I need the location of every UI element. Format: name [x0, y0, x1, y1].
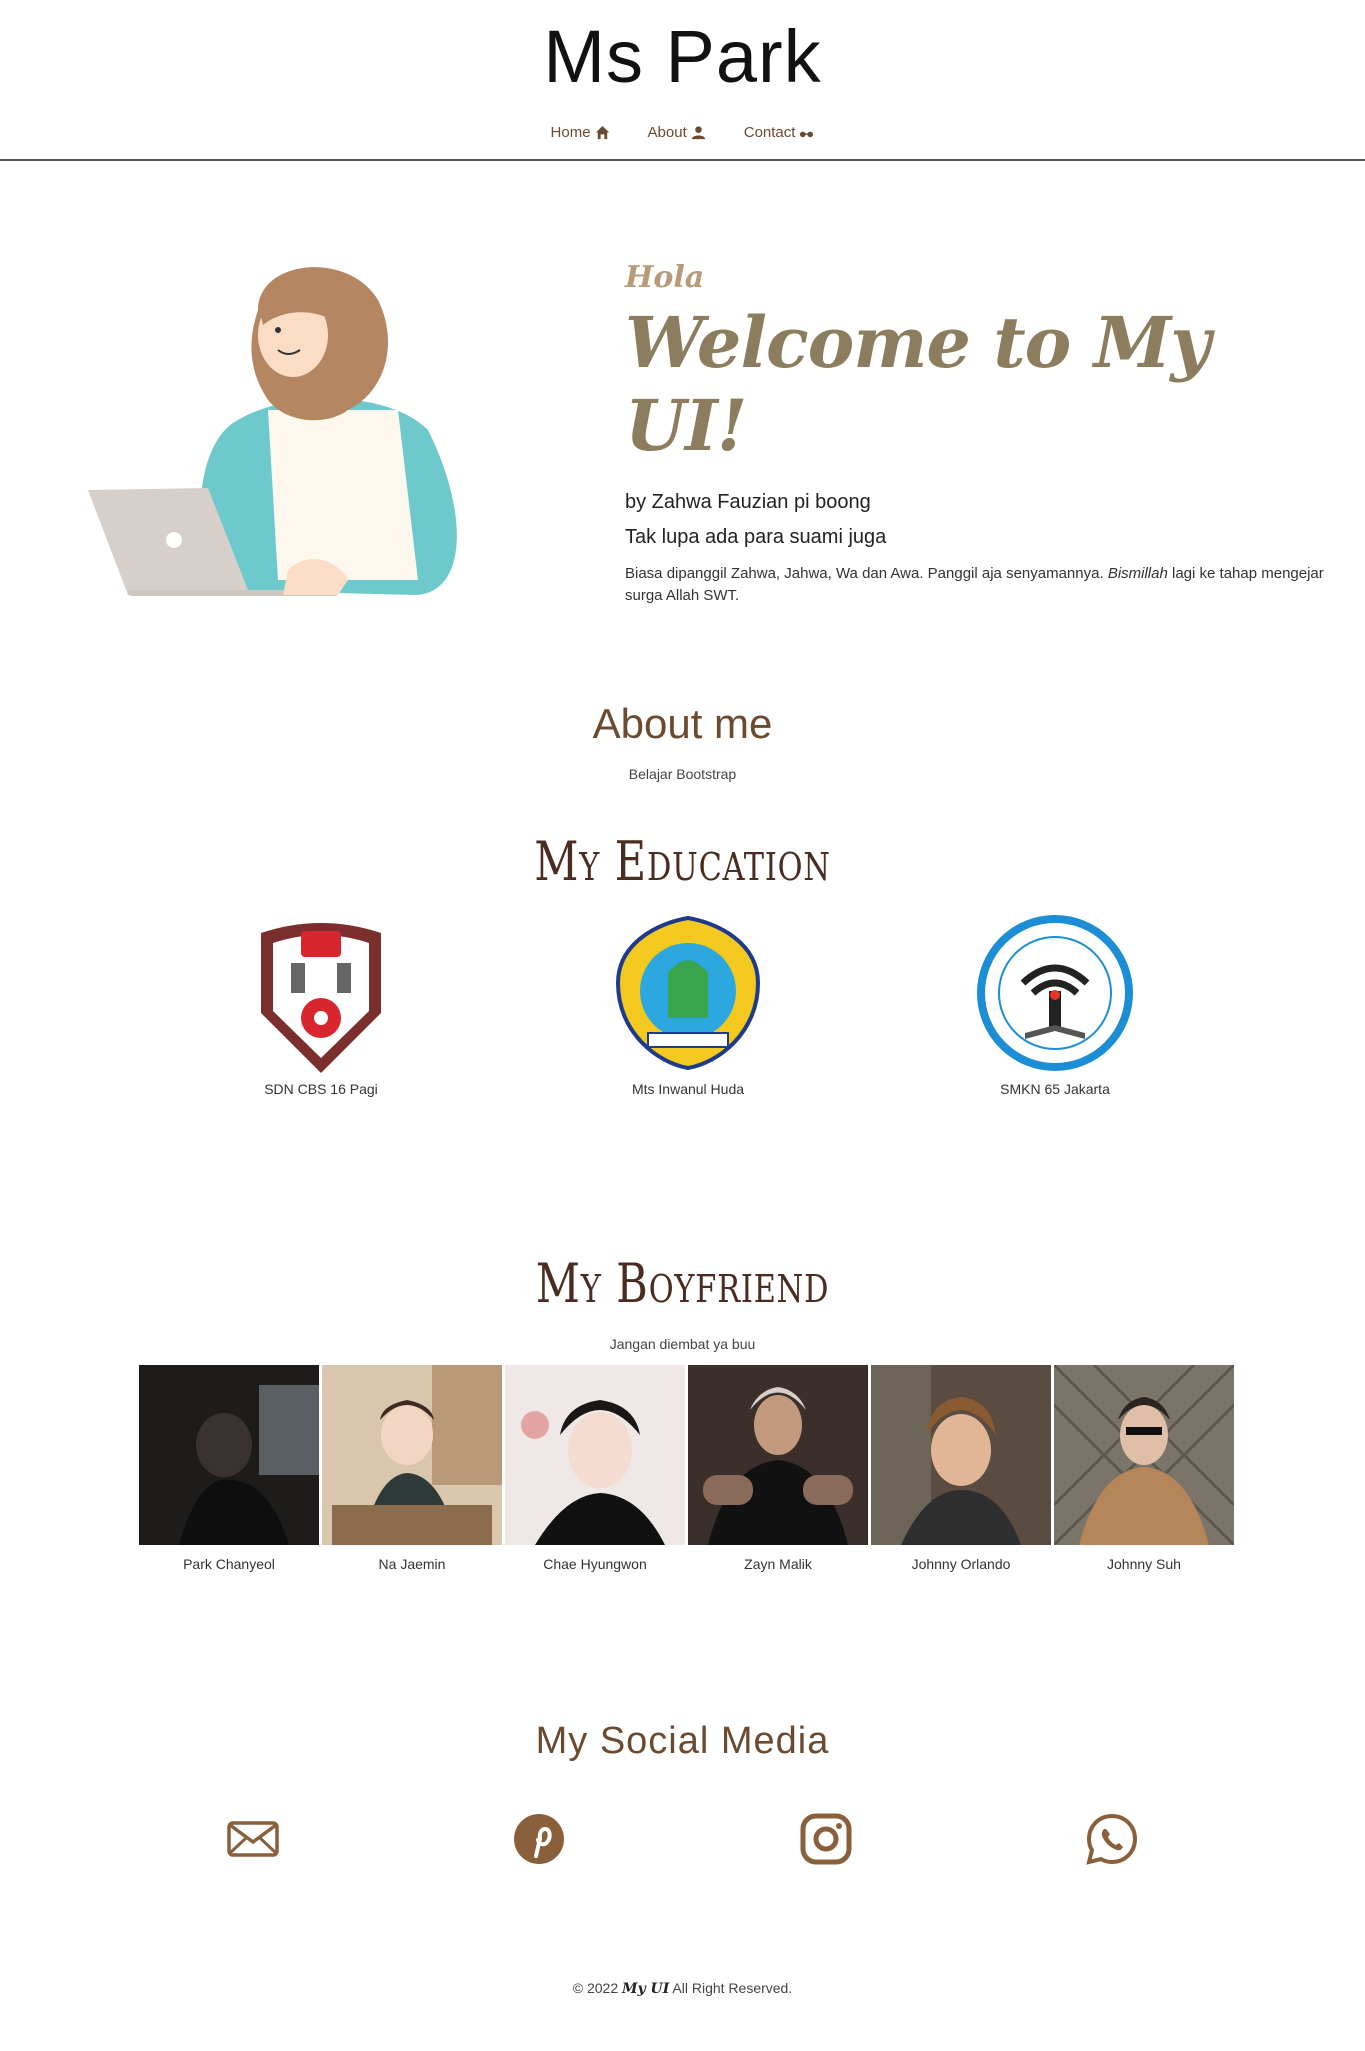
about-subtitle: Belajar Bootstrap [628, 766, 737, 782]
photo [871, 1365, 1051, 1545]
education-item: SMKN 65 Jakarta [945, 913, 1165, 1097]
home-icon [595, 125, 609, 140]
education-name: Mts Inwanul Huda [631, 1081, 745, 1097]
gallery-item: Zayn Malik [688, 1365, 868, 1572]
gallery-name: Zayn Malik [744, 1556, 812, 1572]
education-title: My Education [534, 830, 831, 893]
desc-emphasis: Bismillah [1107, 565, 1168, 582]
social-title: My Social Media [535, 1720, 830, 1762]
smk-logo [977, 915, 1133, 1071]
education-name: SDN CBS 16 Pagi [264, 1081, 378, 1097]
nav-about[interactable]: About [648, 124, 706, 141]
main-nav: Home About Contact [0, 124, 1365, 141]
desc-part: Biasa dipanggil Zahwa, Jahwa, Wa dan Awa… [625, 565, 1108, 582]
gallery-item: Johnny Orlando [871, 1365, 1051, 1572]
nav-about-label: About [647, 124, 687, 141]
nav-home[interactable]: Home [551, 124, 610, 141]
site-header: Ms Park Home About Contact [0, 0, 1365, 161]
photo [688, 1365, 868, 1545]
gallery-name: Na Jaemin [378, 1556, 446, 1572]
boyfriend-title: My Boyfriend [535, 1252, 830, 1315]
photo [322, 1365, 502, 1545]
boyfriend-subtitle: Jangan diembat ya buu [609, 1336, 756, 1352]
mail-icon[interactable] [226, 1812, 280, 1866]
hero-title: Welcome to My UI! [625, 301, 1211, 467]
photo [139, 1365, 319, 1545]
social-links [0, 1812, 1365, 1866]
footer: © 2022 My UI All Right Reserved. [0, 1980, 1365, 1997]
nav-contact[interactable]: Contact [744, 124, 815, 141]
education-item: SDN CBS 16 Pagi [211, 913, 431, 1097]
about-title: About me [592, 700, 773, 747]
nav-home-label: Home [550, 124, 591, 141]
mts-logo [615, 915, 761, 1071]
gallery-item: Park Chanyeol [139, 1365, 319, 1572]
nav-contact-label: Contact [743, 124, 796, 141]
education-item: Mts Inwanul Huda [578, 913, 798, 1097]
footer-suffix: All Right Reserved. [672, 1980, 793, 1996]
glasses-icon [800, 131, 814, 138]
gallery-name: Johnny Suh [1107, 1556, 1181, 1572]
hero-illustration [88, 267, 457, 596]
gallery-name: Johnny Orlando [911, 1556, 1011, 1572]
hero-greeting: Hola [625, 260, 705, 295]
hero-byline: by Zahwa Fauzian pi boong [625, 491, 871, 513]
photo [1052, 1363, 1236, 1547]
gallery-name: Chae Hyungwon [543, 1556, 647, 1572]
hero-text: Hola Welcome to My UI! by Zahwa Fauzian … [625, 260, 1345, 607]
footer-prefix: © 2022 [572, 1980, 619, 1996]
gallery-item: Na Jaemin [322, 1365, 502, 1572]
footer-brand: My UI [622, 1981, 670, 1997]
boyfriend-gallery: Park Chanyeol Na Jaemin Chae Hyungwon Za… [139, 1363, 1236, 1572]
sd-logo [261, 923, 381, 1073]
gallery-item: Chae Hyungwon [505, 1365, 685, 1572]
gallery-item: Johnny Suh [1052, 1363, 1236, 1572]
pinterest-icon[interactable] [512, 1812, 566, 1866]
user-icon [691, 126, 705, 140]
education-name: SMKN 65 Jakarta [1000, 1081, 1110, 1097]
whatsapp-icon[interactable] [1085, 1812, 1139, 1866]
hero-line2: Tak lupa ada para suami juga [625, 526, 887, 548]
gallery-name: Park Chanyeol [183, 1556, 275, 1572]
instagram-icon[interactable] [799, 1812, 853, 1866]
brand-title: Ms Park [543, 15, 822, 98]
hero-description: Biasa dipanggil Zahwa, Jahwa, Wa dan Awa… [625, 563, 1345, 607]
photo [505, 1365, 685, 1545]
